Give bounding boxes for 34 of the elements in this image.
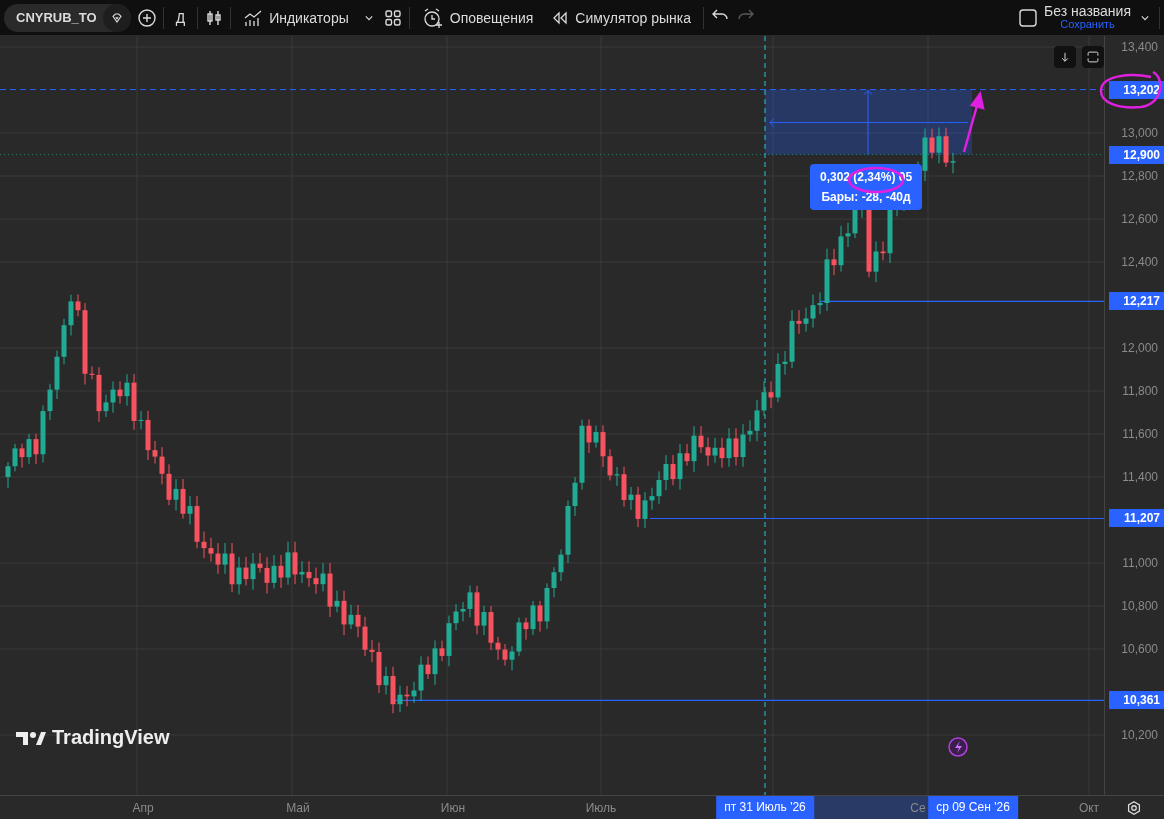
price-label: 13,000 [1121,126,1158,140]
time-label: Июн [440,801,466,815]
layout-title[interactable]: Без названия [1044,4,1131,20]
date-badge: пт 31 Июль '26 [716,796,814,819]
time-label: Июль [585,801,617,815]
time-label: Апр [132,801,154,815]
price-label: 11,600 [1122,427,1158,441]
price-label: 11,400 [1122,470,1158,484]
replay-button[interactable]: Симулятор рынка [545,5,698,30]
price-badge: 11,207 [1109,509,1164,528]
price-label: 10,200 [1121,728,1158,742]
price-badge: 12,217 [1109,292,1164,311]
interval-button[interactable]: Д [169,5,192,30]
price-label: 10,600 [1121,642,1158,656]
alerts-button[interactable]: Оповещения [415,3,540,32]
logo-text: TradingView [52,726,170,749]
price-label: 11,800 [1122,384,1158,398]
price-badge: 10,361 [1109,691,1164,710]
price-badge: 13,202 [1109,80,1164,99]
price-label: 12,600 [1121,212,1158,226]
indicators-button[interactable]: Индикаторы [237,3,355,32]
price-label: 13,400 [1121,40,1158,54]
price-badge: 12,900 [1109,145,1164,164]
time-label: Окт [1078,801,1100,815]
price-label: 12,000 [1121,341,1158,355]
save-link[interactable]: Сохранить [1060,19,1115,31]
date-badge: ср 09 Сен '26 [928,796,1018,819]
price-label: 10,800 [1121,599,1158,613]
price-label: 11,000 [1122,556,1158,570]
price-label: 12,800 [1121,169,1158,183]
time-label: Се [910,801,926,815]
price-label: 12,400 [1121,255,1158,269]
symbol-search[interactable]: CNYRUB_TO [4,3,131,32]
time-label: Май [286,801,310,815]
